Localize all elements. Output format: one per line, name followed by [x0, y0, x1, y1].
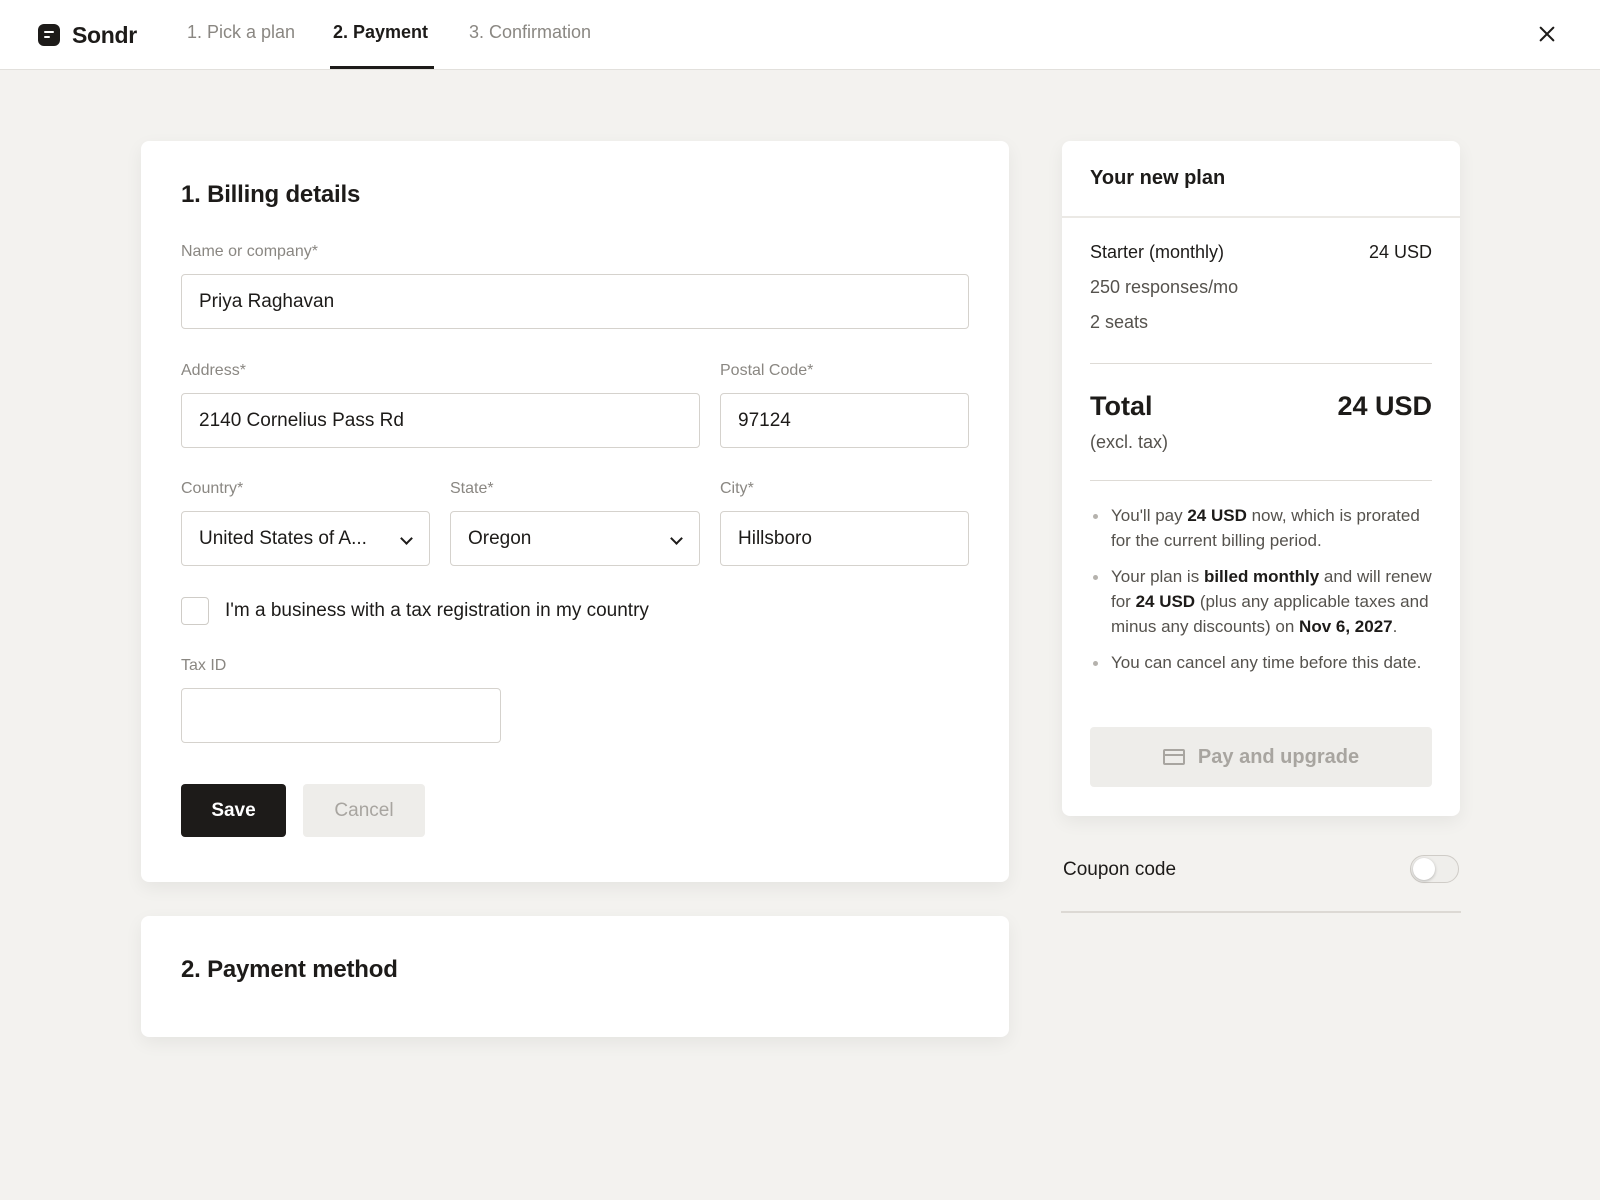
- coupon-code-label: Coupon code: [1063, 859, 1177, 880]
- active-step-indicator: [330, 66, 434, 69]
- tax-note: (excl. tax): [1090, 432, 1169, 452]
- app-logo: Sondr: [38, 22, 137, 48]
- divider: [1090, 363, 1432, 364]
- payment-method-card[interactable]: 2. Payment method: [141, 916, 1009, 1037]
- chevron-down-icon: [670, 532, 683, 545]
- state-select[interactable]: Oregon: [450, 511, 700, 566]
- plan-price: 24 USD: [1368, 242, 1432, 262]
- plan-seats: 2 seats: [1090, 312, 1149, 332]
- business-tax-checkbox[interactable]: [181, 597, 209, 625]
- billing-details-card: 1. Billing details Name or company* Addr…: [141, 141, 1009, 882]
- divider: [1062, 216, 1460, 218]
- city-label: City*: [720, 480, 754, 497]
- plan-summary-card: Your new plan Starter (monthly) 24 USD 2…: [1062, 141, 1460, 816]
- list-item: You can cancel any time before this date…: [1090, 650, 1440, 675]
- list-item: You'll pay 24 USD now, which is prorated…: [1090, 503, 1440, 553]
- top-bar: Sondr 1. Pick a plan 2. Payment 3. Confi…: [0, 0, 1600, 70]
- chevron-down-icon: [400, 532, 413, 545]
- app-name: Sondr: [72, 21, 137, 48]
- cancel-button[interactable]: Cancel: [303, 784, 425, 837]
- total-value: 24 USD: [1337, 391, 1432, 421]
- country-value: United States of A...: [199, 527, 367, 549]
- address-label: Address*: [181, 362, 246, 379]
- save-button[interactable]: Save: [181, 784, 286, 837]
- name-input[interactable]: [181, 274, 969, 329]
- plan-summary-title: Your new plan: [1090, 167, 1226, 189]
- payment-method-title: 2. Payment method: [181, 956, 398, 983]
- close-icon[interactable]: [1535, 22, 1559, 46]
- address-input[interactable]: [181, 393, 700, 448]
- tax-id-input[interactable]: [181, 688, 501, 743]
- credit-card-icon: [1162, 749, 1185, 765]
- plan-row: Starter (monthly) 24 USD: [1090, 242, 1432, 263]
- plan-name: Starter (monthly): [1090, 242, 1225, 262]
- name-label: Name or company*: [181, 243, 318, 260]
- postal-code-label: Postal Code*: [720, 362, 814, 379]
- sondr-logo-icon: [38, 24, 60, 46]
- tax-id-label: Tax ID: [181, 657, 227, 674]
- billing-terms-list: You'll pay 24 USD now, which is prorated…: [1090, 503, 1440, 686]
- pay-button-label: Pay and upgrade: [1197, 745, 1360, 768]
- country-label: Country*: [181, 480, 244, 497]
- state-value: Oregon: [468, 527, 532, 549]
- coupon-code-toggle[interactable]: [1410, 855, 1459, 883]
- plan-responses: 250 responses/mo: [1090, 277, 1239, 297]
- step-pick-a-plan[interactable]: 1. Pick a plan: [187, 22, 295, 43]
- step-payment[interactable]: 2. Payment: [333, 22, 428, 43]
- business-tax-checkbox-label[interactable]: I'm a business with a tax registration i…: [225, 600, 649, 622]
- list-item: Your plan is billed monthly and will ren…: [1090, 564, 1440, 639]
- state-label: State*: [450, 480, 494, 497]
- city-input[interactable]: [720, 511, 969, 566]
- total-label: Total: [1090, 391, 1153, 421]
- pay-and-upgrade-button[interactable]: Pay and upgrade: [1090, 727, 1432, 787]
- billing-details-title: 1. Billing details: [181, 181, 361, 208]
- divider: [1061, 911, 1461, 913]
- step-confirmation[interactable]: 3. Confirmation: [469, 22, 591, 43]
- country-select[interactable]: United States of A...: [181, 511, 430, 566]
- postal-code-input[interactable]: [720, 393, 969, 448]
- divider: [1090, 480, 1432, 481]
